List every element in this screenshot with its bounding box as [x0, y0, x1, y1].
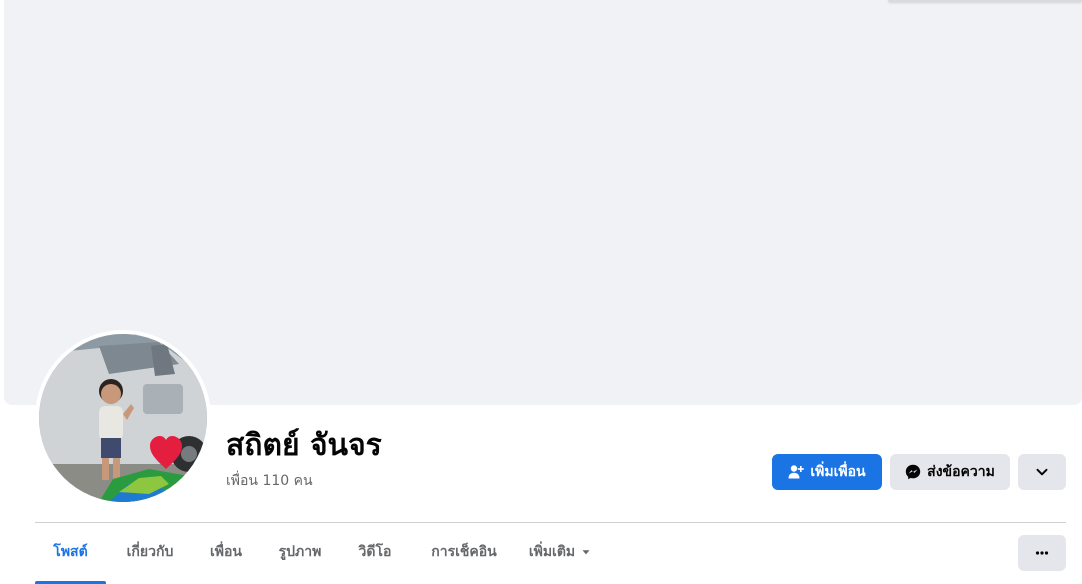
- avatar-photo: [39, 334, 207, 502]
- message-label: ส่งข้อความ: [927, 464, 995, 480]
- tab-label: รูปภาพ: [278, 544, 322, 560]
- tab-friends[interactable]: เพื่อน: [195, 523, 257, 581]
- profile-name: สถิตย์ จันจร: [226, 428, 382, 463]
- tab-more[interactable]: เพิ่มเติม: [521, 523, 599, 581]
- avatar[interactable]: [39, 334, 207, 502]
- messenger-icon: [905, 464, 921, 480]
- tab-about[interactable]: เกี่ยวกับ: [110, 523, 190, 581]
- tab-label: โพสต์: [53, 544, 88, 560]
- add-friend-button[interactable]: เพิ่มเพื่อน: [772, 454, 882, 490]
- tab-label: เกี่ยวกับ: [126, 544, 174, 560]
- more-dots-icon: [1034, 545, 1050, 561]
- friends-count[interactable]: เพื่อน 110 คน: [226, 471, 313, 491]
- chevron-down-icon: [1035, 465, 1049, 479]
- more-options-button[interactable]: [1018, 535, 1066, 571]
- tab-checkins[interactable]: การเช็คอิน: [415, 523, 513, 581]
- tab-label: วิดีโอ: [358, 544, 392, 560]
- tab-posts[interactable]: โพสต์: [35, 523, 106, 581]
- tab-label: เพื่อน: [210, 544, 242, 560]
- cover-edit-menu-edge: [888, 0, 1082, 2]
- profile-options-button[interactable]: [1018, 454, 1066, 490]
- tab-label: การเช็คอิน: [431, 544, 497, 560]
- add-friend-label: เพิ่มเพื่อน: [810, 464, 866, 480]
- add-person-icon: [788, 464, 805, 480]
- tab-label: เพิ่มเติม: [528, 544, 576, 560]
- message-button[interactable]: ส่งข้อความ: [890, 454, 1010, 490]
- caret-down-icon: [581, 547, 591, 557]
- tab-photos[interactable]: รูปภาพ: [265, 523, 335, 581]
- tab-videos[interactable]: วิดีโอ: [343, 523, 407, 581]
